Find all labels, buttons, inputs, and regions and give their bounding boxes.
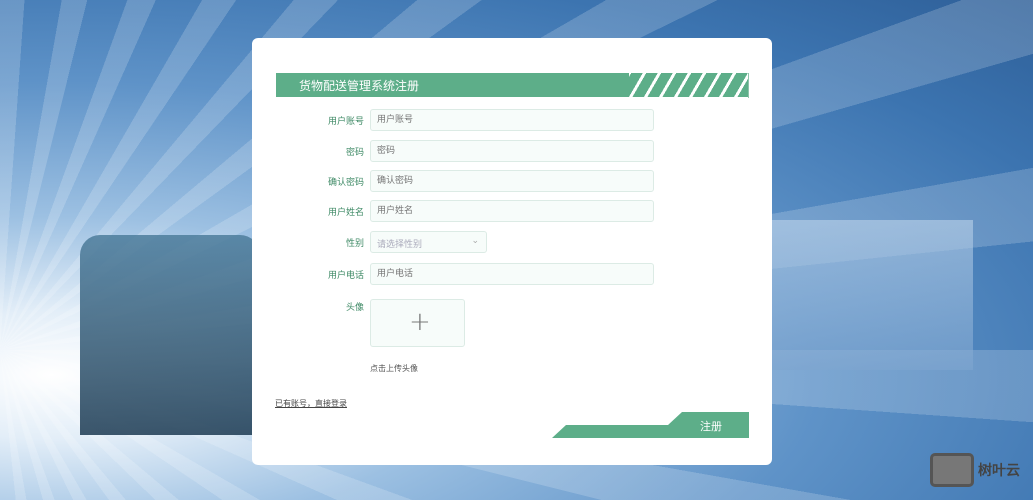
- username-input[interactable]: [370, 109, 654, 131]
- register-button[interactable]: 注册: [552, 412, 749, 438]
- header-stripes: [629, 73, 749, 97]
- background-train: [80, 235, 260, 435]
- row-password: 密码: [252, 140, 772, 162]
- password-label: 密码: [345, 148, 364, 158]
- phone-input[interactable]: [370, 263, 654, 285]
- chevron-down-icon: ⌄: [471, 236, 479, 246]
- background-city: [753, 220, 973, 370]
- name-input[interactable]: [370, 200, 654, 222]
- row-gender: 性别 请选择性别 ⌄: [252, 231, 772, 253]
- header-divider: [748, 73, 749, 98]
- login-link[interactable]: 已有账号，直接登录: [275, 398, 347, 409]
- watermark-logo: [930, 453, 974, 487]
- name-label: 用户姓名: [327, 208, 364, 218]
- confirm-password-label: 确认密码: [327, 178, 364, 188]
- phone-label: 用户电话: [327, 271, 364, 281]
- confirm-password-input[interactable]: [370, 170, 654, 192]
- watermark-text: 树叶云: [978, 463, 1020, 479]
- avatar-upload[interactable]: +: [370, 299, 465, 347]
- row-name: 用户姓名: [252, 200, 772, 222]
- gender-select[interactable]: 请选择性别 ⌄: [370, 231, 487, 253]
- row-confirm-password: 确认密码: [252, 170, 772, 192]
- row-avatar: 头像: [252, 295, 772, 317]
- row-phone: 用户电话: [252, 263, 772, 285]
- gender-label: 性别: [345, 239, 364, 249]
- row-username: 用户账号: [252, 109, 772, 131]
- register-card: 货物配送管理系统注册 用户账号 密码 确认密码 用户姓名 性别 请选择性别 ⌄ …: [252, 38, 772, 465]
- username-label: 用户账号: [327, 117, 364, 127]
- gender-placeholder: 请选择性别: [377, 240, 423, 250]
- watermark: 树叶云: [930, 453, 1020, 487]
- avatar-label: 头像: [345, 303, 364, 313]
- register-button-label: 注册: [700, 420, 722, 433]
- plus-icon: +: [409, 307, 431, 337]
- page-title: 货物配送管理系统注册: [299, 79, 420, 93]
- form-header: 货物配送管理系统注册: [276, 73, 749, 97]
- avatar-hint: 点击上传头像: [370, 364, 418, 373]
- password-input[interactable]: [370, 140, 654, 162]
